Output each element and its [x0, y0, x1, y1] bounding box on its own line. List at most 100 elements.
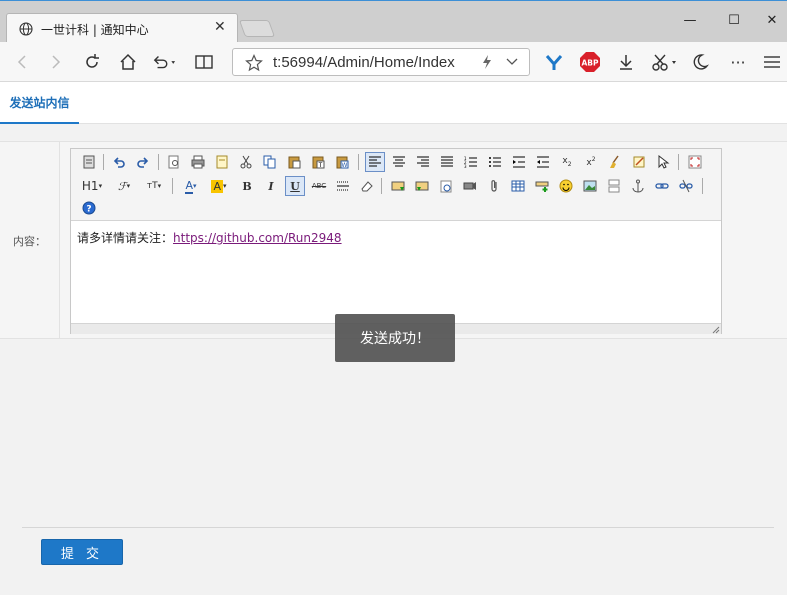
- insert-table-icon[interactable]: [508, 176, 528, 196]
- bolt-icon[interactable]: [481, 54, 493, 70]
- emotion-icon[interactable]: [556, 176, 576, 196]
- fullscreen-icon[interactable]: [685, 152, 705, 172]
- moon-icon[interactable]: [688, 50, 712, 74]
- content-form-row: 内容： T W 123 x2 x2 H1 ▾ ℱ ▾ ᴛT ▾ A ▾ A ▾ …: [0, 141, 787, 339]
- reading-view-icon[interactable]: [192, 50, 216, 74]
- browser-titlebar: 一世计科 | 通知中心 ✕ — ☐ ✕: [0, 0, 787, 44]
- superscript-icon[interactable]: x2: [581, 152, 601, 172]
- source-icon[interactable]: [79, 152, 99, 172]
- submit-button[interactable]: 提 交: [41, 539, 123, 565]
- editor-toolbar: T W 123 x2 x2 H1 ▾ ℱ ▾ ᴛT ▾ A ▾ A ▾ B I …: [71, 149, 721, 221]
- url-text[interactable]: t:56994/Admin/Home/Index: [273, 54, 455, 71]
- tab-send-message[interactable]: 发送站内信: [0, 82, 79, 124]
- print-icon[interactable]: [188, 152, 208, 172]
- align-center-icon[interactable]: [389, 152, 409, 172]
- paste-word-icon[interactable]: W: [332, 152, 352, 172]
- preview-icon[interactable]: [164, 152, 184, 172]
- paste-icon[interactable]: [284, 152, 304, 172]
- horizontal-rule-icon[interactable]: [333, 176, 353, 196]
- globe-icon: [19, 22, 33, 36]
- rich-text-editor: T W 123 x2 x2 H1 ▾ ℱ ▾ ᴛT ▾ A ▾ A ▾ B I …: [70, 148, 722, 334]
- redo-icon[interactable]: [133, 152, 153, 172]
- svg-text:W: W: [342, 162, 348, 169]
- maximize-button[interactable]: ☐: [724, 13, 744, 33]
- refresh-icon[interactable]: [80, 50, 104, 74]
- browser-tab[interactable]: 一世计科 | 通知中心 ✕: [6, 13, 238, 44]
- paste-text-icon[interactable]: T: [308, 152, 328, 172]
- anchor-icon[interactable]: [628, 176, 648, 196]
- close-window-button[interactable]: ✕: [762, 13, 782, 33]
- download-icon[interactable]: [614, 50, 638, 74]
- font-color-dropdown[interactable]: A ▾: [179, 176, 203, 196]
- underline-icon[interactable]: U: [285, 176, 305, 196]
- adblock-icon[interactable]: ABP: [578, 50, 602, 74]
- editor-content[interactable]: 请多详情请关注：https://github.com/Run2948: [71, 221, 721, 323]
- undo-icon[interactable]: [109, 152, 129, 172]
- select-cursor-icon[interactable]: [653, 152, 673, 172]
- toolbar-separator: [103, 154, 104, 170]
- unlink-icon[interactable]: [676, 176, 696, 196]
- content-label: 内容：: [0, 142, 60, 338]
- toolbar-separator: [172, 178, 173, 194]
- font-size-dropdown[interactable]: ᴛT ▾: [141, 176, 167, 196]
- more-icon[interactable]: ···: [726, 50, 750, 74]
- address-bar[interactable]: t:56994/Admin/Home/Index: [232, 48, 530, 76]
- forward-icon[interactable]: [44, 50, 68, 74]
- indent-icon[interactable]: [509, 152, 529, 172]
- success-toast: 发送成功！: [335, 314, 455, 362]
- copy-icon[interactable]: [260, 152, 280, 172]
- subscript-icon[interactable]: x2: [557, 152, 577, 172]
- editor-link[interactable]: https://github.com/Run2948: [173, 231, 342, 245]
- image-icon[interactable]: [580, 176, 600, 196]
- select-all-icon[interactable]: [629, 152, 649, 172]
- back-icon[interactable]: [10, 50, 34, 74]
- new-tab-button[interactable]: [238, 20, 276, 37]
- adblock-label: ABP: [581, 59, 599, 68]
- help-icon[interactable]: ?: [79, 198, 99, 218]
- scissors-icon[interactable]: [650, 50, 680, 74]
- insert-row-after-icon[interactable]: [412, 176, 432, 196]
- svg-text:3: 3: [464, 164, 467, 168]
- toolbar-separator: [678, 154, 679, 170]
- page-break-icon[interactable]: [604, 176, 624, 196]
- unordered-list-icon[interactable]: [485, 152, 505, 172]
- font-family-dropdown[interactable]: ℱ ▾: [111, 176, 137, 196]
- insert-video-icon[interactable]: [460, 176, 480, 196]
- justify-icon[interactable]: [437, 152, 457, 172]
- page-tab-bar: 发送站内信: [0, 82, 787, 124]
- bold-icon[interactable]: B: [237, 176, 257, 196]
- italic-icon[interactable]: I: [261, 176, 281, 196]
- tab-close-icon[interactable]: ✕: [214, 19, 226, 35]
- form-divider: [22, 527, 774, 528]
- tab-title: 一世计科 | 通知中心: [41, 23, 149, 37]
- yandex-icon[interactable]: [542, 50, 566, 74]
- eraser-icon[interactable]: [357, 176, 377, 196]
- resize-handle-icon[interactable]: [712, 326, 720, 334]
- minimize-button[interactable]: —: [680, 13, 700, 33]
- insert-image-icon[interactable]: [436, 176, 456, 196]
- editor-text: 请多详情请关注：: [77, 231, 174, 245]
- menu-icon[interactable]: [760, 50, 784, 74]
- heading-dropdown[interactable]: H1 ▾: [79, 176, 105, 196]
- dropdown-icon[interactable]: [505, 54, 519, 70]
- browser-toolbar: t:56994/Admin/Home/Index ABP ···: [0, 42, 787, 82]
- toolbar-separator: [381, 178, 382, 194]
- home-icon[interactable]: [116, 50, 140, 74]
- clear-format-icon[interactable]: [605, 152, 625, 172]
- star-icon[interactable]: [245, 54, 263, 72]
- strikethrough-icon[interactable]: ABC: [309, 176, 329, 196]
- link-icon[interactable]: [652, 176, 672, 196]
- outdent-icon[interactable]: [533, 152, 553, 172]
- align-right-icon[interactable]: [413, 152, 433, 172]
- ordered-list-icon[interactable]: 123: [461, 152, 481, 172]
- align-left-icon[interactable]: [365, 152, 385, 172]
- undo-icon[interactable]: [152, 50, 176, 74]
- toolbar-separator: [702, 178, 703, 194]
- toolbar-separator: [158, 154, 159, 170]
- cut-icon[interactable]: [236, 152, 256, 172]
- attachment-icon[interactable]: [484, 176, 504, 196]
- insert-row-before-icon[interactable]: [388, 176, 408, 196]
- insert-frame-icon[interactable]: [532, 176, 552, 196]
- template-icon[interactable]: [212, 152, 232, 172]
- highlight-color-dropdown[interactable]: A ▾: [207, 176, 231, 196]
